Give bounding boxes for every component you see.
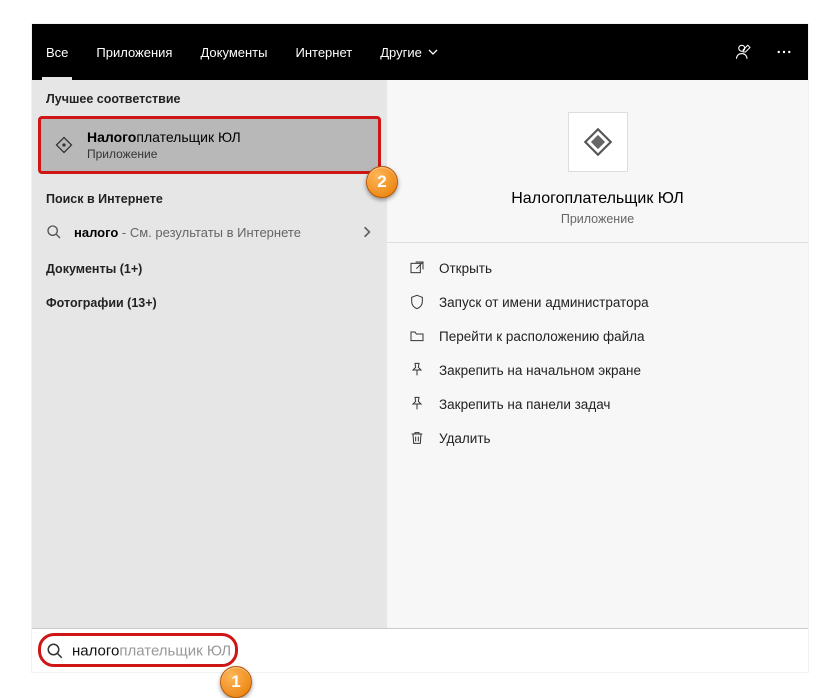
open-icon (409, 260, 425, 276)
web-section-label: Поиск в Интернете (32, 180, 387, 214)
best-match-section-label: Лучшее соответствие (32, 80, 387, 114)
tab-web-label: Интернет (295, 45, 352, 60)
folder-icon (409, 328, 425, 344)
callout-1: 1 (220, 666, 252, 698)
search-bar: налогоплательщик ЮЛ (32, 628, 808, 672)
action-run-admin-label: Запуск от имени администратора (439, 295, 649, 310)
pin-start-icon (409, 362, 425, 378)
action-pin-taskbar-label: Закрепить на панели задач (439, 397, 610, 412)
documents-section-label[interactable]: Документы (1+) (32, 250, 387, 284)
tab-web[interactable]: Интернет (281, 24, 366, 80)
tab-all[interactable]: Все (32, 24, 82, 80)
action-run-admin[interactable]: Запуск от имени администратора (387, 285, 808, 319)
body: Лучшее соответствие Налогоплательщик ЮЛ … (32, 80, 808, 628)
callout-2: 2 (366, 166, 398, 198)
best-match-texts: Налогоплательщик ЮЛ Приложение (87, 129, 241, 161)
results-column: Лучшее соответствие Налогоплательщик ЮЛ … (32, 80, 387, 628)
tab-more[interactable]: Другие (366, 24, 452, 80)
action-delete[interactable]: Удалить (387, 421, 808, 455)
action-file-location-label: Перейти к расположению файла (439, 329, 645, 344)
action-pin-taskbar[interactable]: Закрепить на панели задач (387, 387, 808, 421)
feedback-icon[interactable] (724, 24, 764, 80)
actions-list: Открыть Запуск от имени администратора П… (387, 243, 808, 463)
chevron-right-icon (361, 226, 373, 238)
search-panel: Все Приложения Документы Интернет Другие… (32, 24, 808, 672)
web-search-text: налого - См. результаты в Интернете (74, 225, 301, 240)
app-icon (53, 134, 75, 156)
best-match-subtitle: Приложение (87, 147, 241, 161)
preview-header: Налогоплательщик ЮЛ Приложение (387, 80, 808, 243)
tab-documents-label: Документы (200, 45, 267, 60)
preview-app-icon (568, 112, 628, 172)
tab-documents[interactable]: Документы (186, 24, 281, 80)
action-pin-start[interactable]: Закрепить на начальном экране (387, 353, 808, 387)
more-options-icon[interactable] (764, 24, 804, 80)
search-icon (46, 224, 62, 240)
search-input[interactable] (72, 642, 798, 659)
preview-column: Налогоплательщик ЮЛ Приложение Открыть З… (387, 80, 808, 628)
shield-icon (409, 294, 425, 310)
chevron-down-icon (428, 47, 438, 57)
action-open-label: Открыть (439, 261, 492, 276)
trash-icon (409, 430, 425, 446)
preview-title: Налогоплательщик ЮЛ (511, 190, 683, 208)
action-delete-label: Удалить (439, 431, 491, 446)
action-pin-start-label: Закрепить на начальном экране (439, 363, 641, 378)
search-icon (46, 642, 64, 660)
pin-taskbar-icon (409, 396, 425, 412)
tab-apps-label: Приложения (96, 45, 172, 60)
preview-subtitle: Приложение (561, 212, 634, 226)
action-file-location[interactable]: Перейти к расположению файла (387, 319, 808, 353)
tab-more-label: Другие (380, 45, 422, 60)
action-open[interactable]: Открыть (387, 251, 808, 285)
photos-section-label[interactable]: Фотографии (13+) (32, 284, 387, 318)
tab-apps[interactable]: Приложения (82, 24, 186, 80)
best-match-item[interactable]: Налогоплательщик ЮЛ Приложение (38, 116, 381, 174)
tab-all-label: Все (46, 45, 68, 60)
search-input-wrap: налогоплательщик ЮЛ (72, 642, 798, 659)
header-bar: Все Приложения Документы Интернет Другие (32, 24, 808, 80)
best-match-title: Налогоплательщик ЮЛ (87, 129, 241, 145)
web-search-row[interactable]: налого - См. результаты в Интернете (32, 214, 387, 250)
